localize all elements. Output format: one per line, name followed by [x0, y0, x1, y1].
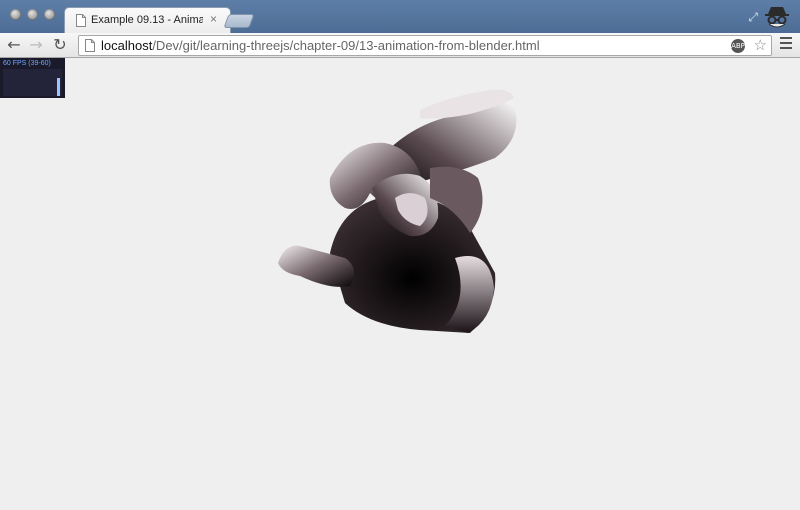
zoom-window-button[interactable]: [44, 9, 55, 20]
hamburger-menu-icon[interactable]: [780, 37, 792, 51]
forward-button[interactable]: →: [26, 35, 46, 55]
address-bar[interactable]: localhost/Dev/git/learning-threejs/chapt…: [78, 35, 772, 56]
page-icon: [85, 39, 95, 52]
hand-model: [278, 89, 517, 333]
toolbar: ← → ↻ localhost/Dev/git/learning-threejs…: [0, 33, 800, 58]
back-button[interactable]: ←: [4, 35, 24, 55]
browser-window: Example 09.13 - Animation from Blender ×…: [0, 0, 800, 510]
url-host: localhost: [101, 38, 153, 53]
page-icon: [76, 14, 86, 27]
tab-strip: Example 09.13 - Animation from Blender ×…: [0, 0, 800, 34]
minimize-window-button[interactable]: [27, 9, 38, 20]
tab-active[interactable]: Example 09.13 - Animation from Blender ×: [64, 7, 231, 34]
webgl-canvas[interactable]: [0, 58, 800, 510]
url-text[interactable]: localhost/Dev/git/learning-threejs/chapt…: [101, 38, 540, 53]
bookmark-star-icon[interactable]: ☆: [754, 36, 767, 54]
tab-close-icon[interactable]: ×: [210, 12, 217, 26]
url-path: /Dev/git/learning-threejs/chapter-09/13-…: [152, 38, 540, 53]
zoom-icon[interactable]: ⤢: [748, 10, 758, 25]
close-window-button[interactable]: [10, 9, 21, 20]
page-content: 60 FPS (39-60): [0, 58, 800, 510]
new-tab-button[interactable]: [223, 14, 255, 28]
adblock-extension-icon[interactable]: ABP: [731, 39, 745, 53]
incognito-icon: [765, 7, 789, 28]
tab-title: Example 09.13 - Animation from Blender: [91, 14, 203, 26]
reload-button[interactable]: ↻: [50, 35, 70, 55]
